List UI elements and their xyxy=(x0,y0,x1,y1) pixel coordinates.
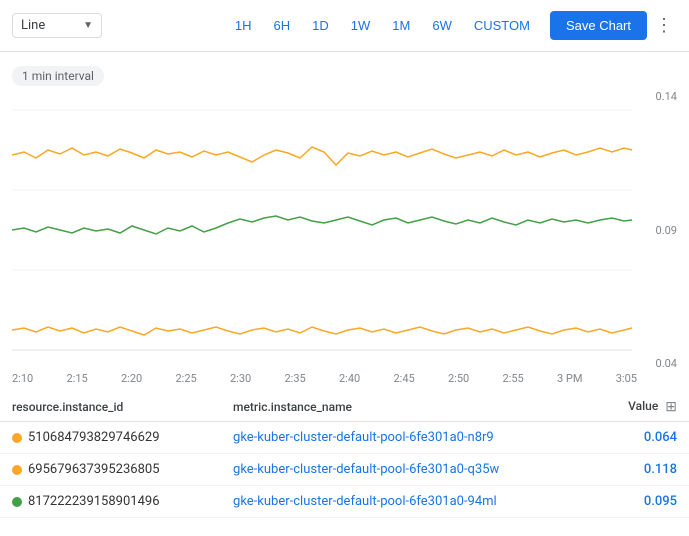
time-1m-button[interactable]: 1M xyxy=(382,13,420,38)
legend-table: resource.instance_id metric.instance_nam… xyxy=(0,393,689,518)
x-label: 2:50 xyxy=(448,372,469,385)
metric-link[interactable]: gke-kuber-cluster-default-pool-6fe301a0-… xyxy=(233,494,497,509)
x-axis: 2:10 2:15 2:20 2:25 2:30 2:35 2:40 2:45 … xyxy=(12,370,637,385)
y-axis-label-top: 0.14 xyxy=(647,90,677,103)
x-label: 2:40 xyxy=(339,372,360,385)
interval-badge: 1 min interval xyxy=(12,66,104,86)
columns-icon[interactable]: ⊞ xyxy=(665,399,677,415)
time-6w-button[interactable]: 6W xyxy=(422,13,462,38)
time-controls: 1H 6H 1D 1W 1M 6W CUSTOM Save Chart ⋮ xyxy=(225,11,677,40)
x-label: 3:05 xyxy=(616,372,637,385)
legend-header-row: resource.instance_id metric.instance_nam… xyxy=(0,393,689,422)
metric-link[interactable]: gke-kuber-cluster-default-pool-6fe301a0-… xyxy=(233,462,499,477)
legend-row-0: 510684793829746629 gke-kuber-cluster-defa… xyxy=(0,422,689,454)
chart-svg xyxy=(12,90,637,370)
legend-row-1: 695679637395236805 gke-kuber-cluster-defa… xyxy=(0,454,689,486)
more-options-button[interactable]: ⋮ xyxy=(651,11,677,40)
instance-id-cell: 510684793829746629 xyxy=(0,422,221,454)
chart-wrapper: 0.14 0.09 0.04 xyxy=(12,90,677,370)
chart-type-dropdown[interactable]: Line ▼ xyxy=(12,13,102,38)
chevron-down-icon: ▼ xyxy=(83,20,93,31)
save-chart-button[interactable]: Save Chart xyxy=(550,11,647,40)
time-custom-button[interactable]: CUSTOM xyxy=(464,13,540,38)
y-axis-label-mid: 0.09 xyxy=(647,224,677,237)
time-6h-button[interactable]: 6H xyxy=(264,13,301,38)
value-cell: 0.095 xyxy=(595,486,689,518)
metric-name-cell[interactable]: gke-kuber-cluster-default-pool-6fe301a0-… xyxy=(221,422,595,454)
x-label: 2:30 xyxy=(230,372,251,385)
legend-row-2: 817222239158901496 gke-kuber-cluster-defa… xyxy=(0,486,689,518)
x-label: 2:20 xyxy=(121,372,142,385)
y-axis-label-bottom: 0.04 xyxy=(647,357,677,370)
metric-link[interactable]: gke-kuber-cluster-default-pool-6fe301a0-… xyxy=(233,430,494,445)
x-axis-labels: 2:10 2:15 2:20 2:25 2:30 2:35 2:40 2:45 … xyxy=(12,370,637,385)
x-label: 2:45 xyxy=(394,372,415,385)
instance-id-cell: 817222239158901496 xyxy=(0,486,221,518)
x-label: 2:35 xyxy=(285,372,306,385)
chart-type-label: Line xyxy=(21,18,45,33)
time-1w-button[interactable]: 1W xyxy=(341,13,381,38)
chart-area: 1 min interval 0.14 0.09 0.04 2:10 2:15 … xyxy=(0,52,689,385)
instance-id-cell: 695679637395236805 xyxy=(0,454,221,486)
x-label: 3 PM xyxy=(557,372,582,385)
col-instance-id-header: resource.instance_id xyxy=(0,393,221,422)
y-axis: 0.14 0.09 0.04 xyxy=(647,90,677,370)
series-color-dot xyxy=(12,465,22,475)
col-value-header: Value ⊞ xyxy=(595,393,689,422)
col-metric-name-header: metric.instance_name xyxy=(221,393,595,422)
x-label: 2:55 xyxy=(503,372,524,385)
series-color-dot xyxy=(12,433,22,443)
value-cell: 0.118 xyxy=(595,454,689,486)
x-label: 2:10 xyxy=(12,372,33,385)
time-1d-button[interactable]: 1D xyxy=(302,13,339,38)
x-label: 2:15 xyxy=(67,372,88,385)
x-label: 2:25 xyxy=(176,372,197,385)
series-color-dot xyxy=(12,497,22,507)
metric-name-cell[interactable]: gke-kuber-cluster-default-pool-6fe301a0-… xyxy=(221,486,595,518)
time-1h-button[interactable]: 1H xyxy=(225,13,262,38)
header: Line ▼ 1H 6H 1D 1W 1M 6W CUSTOM Save Cha… xyxy=(0,0,689,52)
metric-name-cell[interactable]: gke-kuber-cluster-default-pool-6fe301a0-… xyxy=(221,454,595,486)
value-cell: 0.064 xyxy=(595,422,689,454)
